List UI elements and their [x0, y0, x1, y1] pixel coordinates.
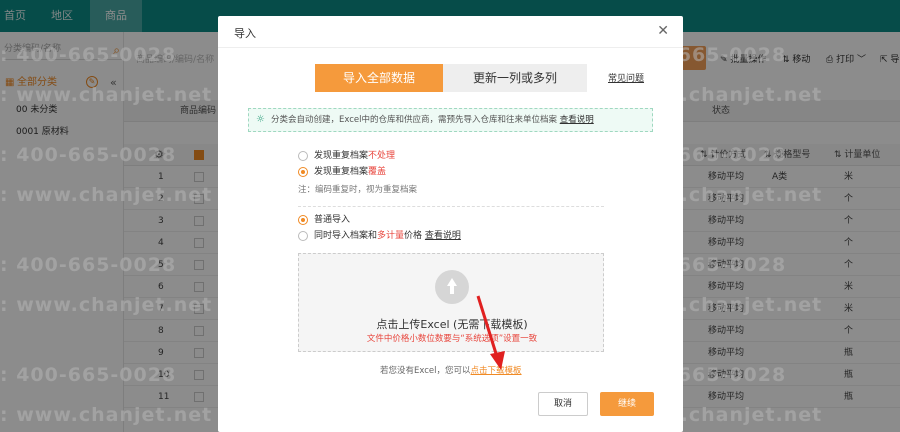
annotation-arrow-icon: [476, 295, 505, 370]
arrow-shaft: [476, 295, 500, 361]
arrow-head: [490, 351, 505, 370]
